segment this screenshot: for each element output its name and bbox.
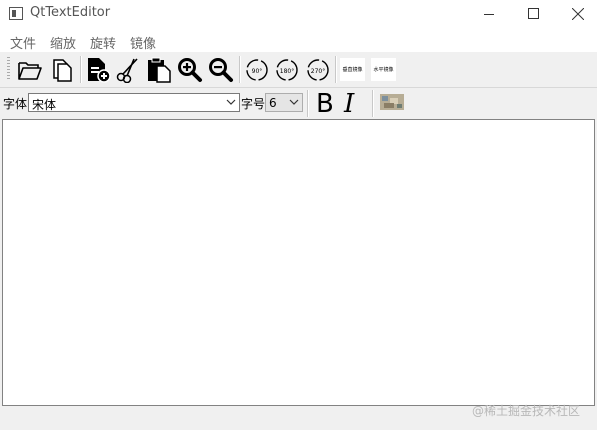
image-icon bbox=[380, 94, 404, 110]
folder-open-icon bbox=[18, 62, 42, 80]
watermark: @稀土掘金技术社区 bbox=[472, 404, 581, 418]
chevron-down-icon bbox=[289, 99, 299, 105]
main-toolbar: 90° 180° 270° 垂直镜像 水平镜像 bbox=[0, 52, 597, 88]
close-button[interactable] bbox=[555, 0, 597, 28]
text-editor-area[interactable] bbox=[2, 119, 595, 406]
rotate-90-label: 90° bbox=[252, 68, 263, 75]
rotate-90-button[interactable]: 90° bbox=[242, 55, 272, 85]
paste-button[interactable] bbox=[144, 55, 174, 85]
zoom-in-icon bbox=[178, 58, 202, 82]
window-title: QtTextEditor bbox=[30, 5, 111, 20]
rotate-270-icon: 270° bbox=[307, 59, 329, 81]
cut-button[interactable] bbox=[113, 55, 143, 85]
menu-bar: 文件 缩放 旋转 镜像 bbox=[0, 28, 597, 52]
rotate-90-icon: 90° bbox=[246, 59, 268, 81]
app-icon bbox=[9, 7, 23, 20]
zoom-out-icon bbox=[209, 58, 233, 82]
font-combo-value: 宋体 bbox=[32, 98, 57, 112]
mirror-vertical-button[interactable]: 垂直镜像 bbox=[340, 58, 365, 81]
toolbar-grip[interactable] bbox=[7, 57, 10, 81]
rotate-180-icon: 180° bbox=[276, 59, 298, 81]
minimize-button[interactable] bbox=[466, 0, 512, 28]
add-file-button[interactable] bbox=[83, 55, 113, 85]
bold-button[interactable]: B bbox=[316, 91, 334, 117]
toolbar-separator bbox=[372, 90, 374, 117]
file-add-icon bbox=[88, 58, 111, 83]
menu-zoom[interactable]: 缩放 bbox=[50, 33, 76, 52]
chevron-down-icon bbox=[226, 99, 236, 105]
copy-file-icon bbox=[53, 59, 72, 82]
rotate-180-button[interactable]: 180° bbox=[272, 55, 302, 85]
toolbar-separator bbox=[239, 56, 241, 83]
new-file-button[interactable] bbox=[47, 55, 77, 85]
font-label: 字体 bbox=[3, 97, 28, 111]
size-combo[interactable]: 6 bbox=[265, 93, 303, 112]
italic-button[interactable]: I bbox=[344, 91, 354, 117]
open-button[interactable] bbox=[15, 55, 45, 85]
toolbar-separator bbox=[335, 56, 337, 83]
size-combo-value: 6 bbox=[269, 96, 277, 110]
menu-rotate[interactable]: 旋转 bbox=[90, 33, 116, 52]
clipboard-icon bbox=[148, 57, 171, 83]
toolbar-separator bbox=[307, 90, 309, 117]
toolbar-separator bbox=[80, 56, 82, 83]
maximize-button[interactable] bbox=[510, 0, 556, 28]
font-combo[interactable]: 宋体 bbox=[28, 93, 240, 112]
rotate-180-label: 180° bbox=[280, 68, 294, 75]
zoom-in-button[interactable] bbox=[175, 55, 205, 85]
scissors-icon bbox=[116, 58, 138, 83]
rotate-270-button[interactable]: 270° bbox=[303, 55, 333, 85]
format-toolbar: 字体 宋体 字号 6 B I bbox=[0, 88, 597, 119]
menu-file[interactable]: 文件 bbox=[10, 33, 36, 52]
mirror-horizontal-button[interactable]: 水平镜像 bbox=[371, 58, 396, 81]
menu-mirror[interactable]: 镜像 bbox=[130, 33, 156, 52]
insert-image-button[interactable] bbox=[377, 89, 407, 115]
zoom-out-button[interactable] bbox=[206, 55, 236, 85]
close-icon bbox=[572, 8, 584, 20]
rotate-270-label: 270° bbox=[311, 68, 325, 75]
size-label: 字号 bbox=[241, 97, 266, 111]
title-bar: QtTextEditor bbox=[0, 0, 597, 28]
